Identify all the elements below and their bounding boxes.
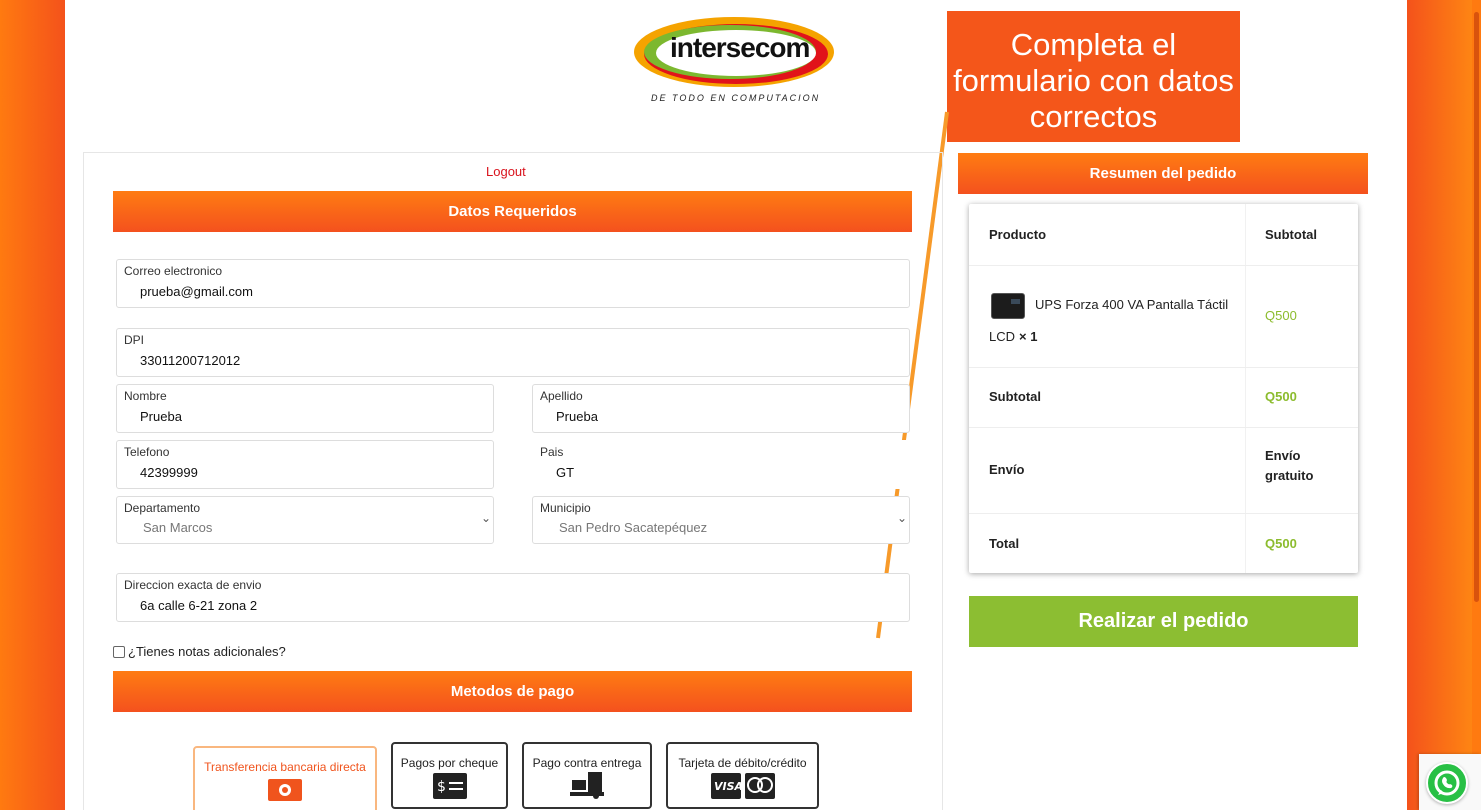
phone-icon — [1434, 770, 1460, 796]
shipping-row: Envío Envío gratuito — [969, 428, 1358, 514]
payment-cod-label: Pago contra entrega — [532, 756, 642, 770]
last-name-label: Apellido — [540, 389, 583, 403]
logo-tagline: DE TODO EN COMPUTACION — [651, 93, 821, 103]
department-label: Departamento — [124, 501, 201, 515]
order-summary-header: Resumen del pedido — [958, 153, 1368, 194]
instruction-callout: Completa el formulario con datos correct… — [947, 11, 1240, 142]
scrollbar-thumb[interactable] — [1474, 12, 1479, 602]
subtotal-column-header: Subtotal — [1265, 227, 1317, 242]
required-data-title: Datos Requeridos — [448, 203, 577, 220]
subtotal-row: Subtotal Q500 — [969, 368, 1358, 428]
shipping-value-line1: Envío — [1265, 448, 1301, 463]
whatsapp-icon[interactable] — [1426, 762, 1468, 804]
total-label: Total — [989, 536, 1020, 551]
last-name-field[interactable]: Apellido Prueba — [532, 384, 910, 433]
last-name-value: Prueba — [556, 409, 598, 424]
cash-icon — [268, 779, 302, 801]
svg-text:$: $ — [437, 779, 446, 795]
callout-line-2: formulario con datos — [953, 63, 1234, 98]
notes-label: ¿Tienes notas adicionales? — [128, 644, 286, 659]
municipality-value: San Pedro Sacatepéquez — [559, 520, 708, 535]
phone-label: Telefono — [124, 445, 170, 459]
dpi-label: DPI — [124, 333, 145, 347]
payment-check-label: Pagos por cheque — [400, 756, 499, 770]
shipping-label: Envío — [989, 462, 1025, 477]
first-name-field[interactable]: Nombre Prueba — [116, 384, 494, 433]
municipality-select[interactable]: Municipio San Pedro Sacatepéquez ⌄ — [532, 496, 910, 544]
required-data-header: Datos Requeridos — [113, 191, 912, 232]
scrollbar[interactable] — [1472, 0, 1481, 810]
notes-toggle[interactable]: ¿Tienes notas adicionales? — [113, 644, 286, 659]
summary-header-row: Producto Subtotal — [969, 204, 1358, 266]
product-thumbnail — [991, 293, 1025, 319]
payment-bank-transfer[interactable]: Transferencia bancaria directa — [193, 746, 377, 810]
payment-card[interactable]: Tarjeta de débito/crédito VISA — [666, 742, 819, 809]
total-value: Q500 — [1265, 536, 1297, 551]
address-value: 6a calle 6-21 zona 2 — [140, 598, 258, 613]
total-row: Total Q500 — [969, 514, 1358, 573]
department-select[interactable]: Departamento San Marcos ⌄ — [116, 496, 494, 544]
chevron-down-icon: ⌄ — [480, 511, 491, 525]
dpi-field[interactable]: DPI 33011200712012 — [116, 328, 910, 377]
product-name-cont: LCD — [989, 329, 1016, 344]
phone-value: 42399999 — [140, 465, 198, 480]
check-icon: $ — [432, 773, 467, 799]
municipality-label: Municipio — [540, 501, 591, 515]
callout-line-3: correctos — [1029, 99, 1158, 134]
email-label: Correo electronico — [124, 264, 223, 278]
payment-methods-header: Metodos de pago — [113, 671, 912, 712]
order-summary-table: Producto Subtotal UPS Forza 400 VA Panta… — [969, 204, 1358, 573]
order-summary-title: Resumen del pedido — [1089, 165, 1237, 182]
product-column-header: Producto — [989, 227, 1047, 242]
notes-checkbox[interactable] — [113, 645, 125, 658]
delivery-icon — [570, 772, 604, 799]
site-logo[interactable]: intersecom DE TODO EN COMPUTACION — [632, 8, 842, 108]
payment-card-label: Tarjeta de débito/crédito — [678, 756, 807, 770]
address-field[interactable]: Direccion exacta de envio 6a calle 6-21 … — [116, 573, 910, 622]
subtotal-label: Subtotal — [989, 389, 1041, 404]
place-order-button[interactable]: Realizar el pedido — [969, 596, 1358, 647]
logout-link[interactable]: Logout — [486, 164, 526, 179]
payment-bank-transfer-label: Transferencia bancaria directa — [204, 760, 366, 774]
chevron-down-icon: ⌄ — [896, 511, 907, 525]
callout-line-1: Completa el — [1010, 27, 1177, 62]
subtotal-value: Q500 — [1265, 389, 1297, 404]
shipping-value-line2: gratuito — [1265, 468, 1314, 483]
product-row: UPS Forza 400 VA Pantalla Táctil LCD × 1… — [969, 266, 1358, 368]
email-field[interactable]: Correo electronico prueba@gmail.com — [116, 259, 910, 308]
payment-check[interactable]: Pagos por cheque $ — [391, 742, 508, 809]
card-icon: VISA — [710, 773, 775, 799]
dpi-value: 33011200712012 — [140, 353, 241, 368]
country-value: GT — [556, 465, 575, 480]
phone-field[interactable]: Telefono 42399999 — [116, 440, 494, 489]
country-label: Pais — [540, 445, 564, 459]
product-name: UPS Forza 400 VA Pantalla Táctil — [1035, 297, 1229, 312]
address-label: Direccion exacta de envio — [124, 578, 262, 592]
country-field[interactable]: Pais GT — [532, 440, 910, 489]
payment-methods-title: Metodos de pago — [450, 683, 575, 700]
logo-wordmark: intersecom — [670, 32, 810, 63]
email-value: prueba@gmail.com — [140, 284, 253, 299]
first-name-value: Prueba — [140, 409, 182, 424]
product-price: Q500 — [1265, 308, 1297, 323]
payment-cash-on-delivery[interactable]: Pago contra entrega — [522, 742, 652, 809]
department-value: San Marcos — [143, 520, 213, 535]
svg-text:VISA: VISA — [714, 780, 743, 793]
product-quantity: × 1 — [1019, 329, 1038, 344]
first-name-label: Nombre — [124, 389, 167, 403]
